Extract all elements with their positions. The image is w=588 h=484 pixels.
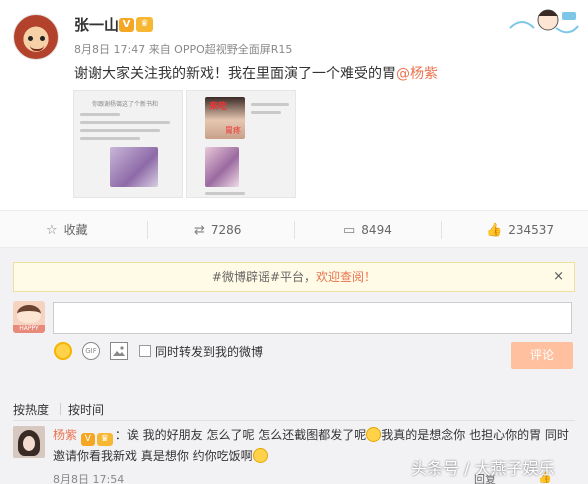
repost-icon: ⇄	[194, 223, 205, 238]
thumb-photo	[110, 147, 158, 187]
post-text: 谢谢大家关注我的新戏！我在里面演了一个难受的胃@杨紫	[74, 63, 438, 83]
avatar-tag: HAPPY	[13, 325, 45, 333]
mention-link[interactable]: @杨紫	[396, 66, 438, 82]
sync-repost-checkbox[interactable]	[139, 345, 151, 357]
comment-button[interactable]: ▭ 8494	[343, 211, 392, 249]
cute-emoji-icon	[252, 448, 268, 463]
repost-count: 7286	[210, 223, 242, 237]
chat-line	[251, 103, 289, 106]
chat-line	[80, 137, 140, 140]
post-image-1[interactable]: 你跟谢杨蔼这了个新书和	[73, 90, 183, 198]
avatar-eye	[28, 36, 33, 41]
verified-icon[interactable]: V	[119, 18, 134, 32]
sync-repost-label: 同时转发到我的微博	[155, 345, 264, 359]
decoration-illustration-icon	[509, 9, 579, 34]
commenter-name[interactable]: 杨紫	[53, 428, 77, 442]
comment-count: 8494	[361, 223, 392, 237]
thumb-caption: 你跟谢杨蔼这了个新书和	[92, 101, 159, 108]
repost-button[interactable]: ⇄ 7286	[194, 211, 241, 249]
gif-icon[interactable]: GIF	[82, 342, 100, 360]
comment-icon: ▭	[343, 223, 356, 238]
like-button[interactable]: 👍 234537	[486, 211, 554, 249]
watermark: 头条号 / 大燕子娱乐	[411, 459, 555, 478]
star-icon: ☆	[46, 223, 58, 238]
divider	[60, 403, 61, 415]
member-crown-icon[interactable]: ♛	[96, 433, 113, 446]
avatar-face	[17, 305, 41, 323]
like-count: 234537	[508, 223, 554, 237]
divider	[13, 420, 575, 421]
thumb-caption: 胃疼	[225, 126, 241, 135]
smile-emoji-icon	[366, 427, 382, 442]
avatar-mouth	[30, 45, 44, 51]
divider	[147, 221, 148, 239]
post-image-2[interactable]: 来吃 胃疼	[186, 90, 296, 198]
favorite-button[interactable]: ☆ 收藏	[46, 211, 88, 249]
post-action-bar: ☆ 收藏 ⇄ 7286 ▭ 8494 👍 234537	[0, 210, 588, 248]
verified-icon[interactable]: V	[80, 433, 95, 446]
close-icon[interactable]: ×	[553, 263, 564, 291]
comment-time: 8月8日 17:54	[53, 473, 125, 484]
commenter-avatar[interactable]	[13, 426, 45, 458]
sort-by-time[interactable]: 按时间	[68, 401, 104, 418]
image-icon[interactable]	[110, 342, 128, 360]
avatar-face	[23, 436, 35, 451]
chat-line	[80, 129, 160, 132]
my-avatar[interactable]: HAPPY	[13, 301, 45, 333]
thumbs-up-icon: 👍	[486, 223, 503, 238]
notice-text[interactable]: #微博辟谣#平台，	[212, 270, 316, 284]
rumor-notice-banner: #微博辟谣#平台，欢迎查阅！ ×	[13, 262, 575, 292]
notice-link[interactable]: 欢迎查阅！	[316, 270, 376, 284]
chat-line	[80, 113, 120, 116]
thumb-photo	[205, 147, 239, 187]
author-avatar[interactable]	[13, 14, 59, 60]
post-meta: 8月8日 17:47 来自 OPPO超视野全面屏R15	[74, 43, 293, 56]
submit-comment-button[interactable]: 评论	[511, 342, 573, 369]
comment-input[interactable]	[53, 302, 572, 334]
chat-line	[251, 111, 281, 114]
emoji-icon[interactable]	[54, 342, 72, 360]
thumb-caption: 来吃	[209, 102, 228, 112]
chat-line	[80, 121, 170, 124]
divider	[441, 221, 442, 239]
member-crown-icon[interactable]: ♛	[136, 17, 153, 32]
sort-hot-label: 按热度	[13, 403, 50, 417]
avatar-eye	[40, 36, 45, 41]
comment-text-1: ：诶 我的好朋友 怎么了呢 怎么还截图都发了呢	[114, 428, 367, 442]
favorite-label: 收藏	[63, 223, 88, 237]
divider	[294, 221, 295, 239]
chat-line	[205, 192, 245, 195]
author-name[interactable]: 张一山	[74, 14, 119, 35]
post-body: 谢谢大家关注我的新戏！我在里面演了一个难受的胃	[74, 66, 396, 82]
sort-by-hot[interactable]: 按热度	[13, 401, 53, 418]
